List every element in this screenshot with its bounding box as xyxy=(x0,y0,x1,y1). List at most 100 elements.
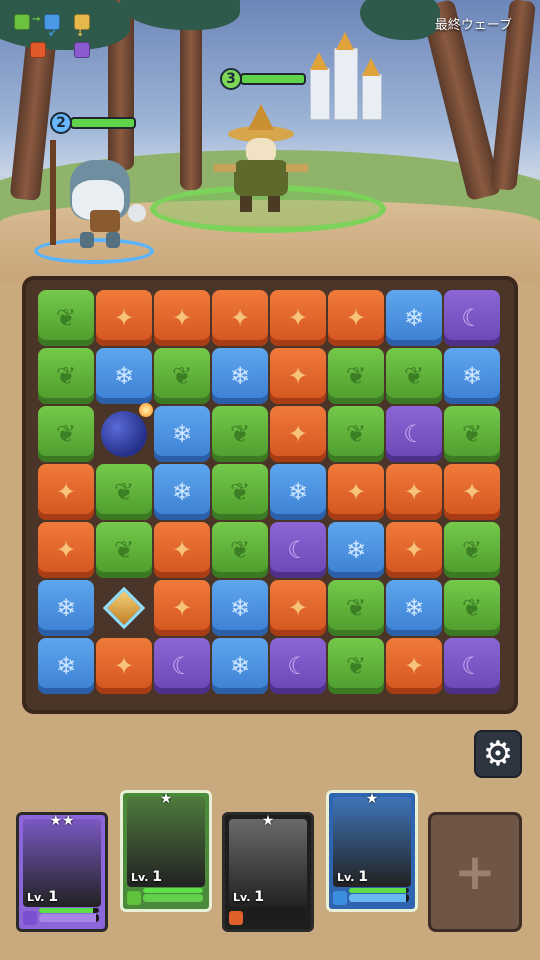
hero-stars: ★ xyxy=(365,791,379,807)
hero-element-icon xyxy=(229,911,243,925)
hero-hp-bar xyxy=(245,914,305,922)
tile-blue[interactable]: ❄ xyxy=(386,290,442,346)
tile-blue[interactable]: ❄ xyxy=(38,580,94,636)
hero-stars: ★ xyxy=(159,791,173,807)
hero-element-icon xyxy=(333,891,347,905)
hero-level-value: 1 xyxy=(152,869,163,885)
tile-green[interactable]: ❦ xyxy=(96,522,152,578)
hero-card[interactable]: ★ Lv. 1 xyxy=(326,790,418,912)
orange-rune-icon: ✦ xyxy=(403,536,425,564)
tile-green[interactable]: ❦ xyxy=(328,580,384,636)
add-hero-button[interactable]: + xyxy=(428,812,522,932)
orange-rune-icon: ✦ xyxy=(287,362,309,390)
hero-level: Lv. 1 xyxy=(27,889,58,905)
green-rune-icon: ❦ xyxy=(229,478,251,506)
tile-orange[interactable]: ✦ xyxy=(270,348,326,404)
orange-rune-icon: ✦ xyxy=(55,536,77,564)
tile-orange[interactable]: ✦ xyxy=(270,580,326,636)
tile-green[interactable]: ❦ xyxy=(444,522,500,578)
hero-card[interactable]: ★★ Lv. 1 xyxy=(16,812,108,932)
green-rune-icon: ❦ xyxy=(461,420,483,448)
hero-level: Lv. 1 xyxy=(337,869,368,885)
blue-rune-icon: ❄ xyxy=(171,420,193,448)
tile-orange[interactable]: ✦ xyxy=(386,522,442,578)
settings-button[interactable]: ⚙ xyxy=(474,730,522,778)
tile-blue[interactable]: ❄ xyxy=(270,464,326,520)
tile-orange[interactable]: ✦ xyxy=(154,522,210,578)
enemy-hp-fill xyxy=(242,75,304,83)
tile-orange[interactable]: ✦ xyxy=(328,290,384,346)
tile-blue[interactable]: ❄ xyxy=(386,580,442,636)
tile-blue[interactable]: ❄ xyxy=(38,638,94,694)
hero-card[interactable]: ★ Lv. 1 xyxy=(222,812,314,932)
tile-orange[interactable]: ✦ xyxy=(96,638,152,694)
tile-blue[interactable]: ❄ xyxy=(212,348,268,404)
tile-purple[interactable]: ☾ xyxy=(270,638,326,694)
green-rune-icon: ❦ xyxy=(345,362,367,390)
tile-blue[interactable]: ❄ xyxy=(212,580,268,636)
tile-orange[interactable]: ✦ xyxy=(38,522,94,578)
tile-green[interactable]: ❦ xyxy=(444,580,500,636)
castle xyxy=(300,32,390,120)
tile-blue[interactable]: ❄ xyxy=(154,464,210,520)
tile-blue[interactable]: ❄ xyxy=(212,638,268,694)
tile-orange[interactable]: ✦ xyxy=(270,290,326,346)
tile-green[interactable]: ❦ xyxy=(328,406,384,462)
tile-orange[interactable]: ✦ xyxy=(270,406,326,462)
puzzle-board[interactable]: ❦ ✦ ✦ ✦ ✦ ✦ ❄ ☾ ❦ ❄ ❦ ❄ ✦ ❦ ❦ ❄ ❦ ❄ ❦ ✦ ❦ ☾ ❦ ✦ ❦ ❄ ❦ ❄ ✦ ✦ ✦ ✦ ❦ ✦ ❦ ☾ ❄ ✦ ❦ ❄… xyxy=(38,290,502,700)
tile-gem[interactable] xyxy=(96,580,152,636)
hero-skill-bar xyxy=(143,888,203,893)
enemy-hp-fill xyxy=(72,119,134,127)
tile-purple[interactable]: ☾ xyxy=(444,290,500,346)
hero-level: Lv. 1 xyxy=(233,889,264,905)
tile-orange[interactable]: ✦ xyxy=(154,580,210,636)
tile-green[interactable]: ❦ xyxy=(328,348,384,404)
hero-skill-bar xyxy=(245,908,305,913)
hero-skill-fill xyxy=(349,888,406,893)
tile-green[interactable]: ❦ xyxy=(212,522,268,578)
blue-rune-icon: ❄ xyxy=(171,478,193,506)
blue-rune-icon: ❄ xyxy=(403,304,425,332)
tile-purple[interactable]: ☾ xyxy=(270,522,326,578)
tile-green[interactable]: ❦ xyxy=(328,638,384,694)
tile-orange[interactable]: ✦ xyxy=(96,290,152,346)
tile-green[interactable]: ❦ xyxy=(38,348,94,404)
tile-orange[interactable]: ✦ xyxy=(154,290,210,346)
tile-purple[interactable]: ☾ xyxy=(386,406,442,462)
element-chart[interactable]: → ↓ ↙ xyxy=(12,12,96,68)
tile-purple[interactable]: ☾ xyxy=(154,638,210,694)
foliage xyxy=(360,0,440,40)
tile-green[interactable]: ❦ xyxy=(212,464,268,520)
tile-orange[interactable]: ✦ xyxy=(212,290,268,346)
hero-hp-bar xyxy=(39,914,99,922)
tile-orange[interactable]: ✦ xyxy=(386,464,442,520)
hero-card[interactable]: ★ Lv. 1 xyxy=(120,790,212,912)
tile-green[interactable]: ❦ xyxy=(444,406,500,462)
scarecrow-enemy[interactable] xyxy=(210,100,310,215)
tile-blue[interactable]: ❄ xyxy=(444,348,500,404)
tile-orange[interactable]: ✦ xyxy=(386,638,442,694)
tile-blue[interactable]: ❄ xyxy=(154,406,210,462)
gem-icon xyxy=(102,586,146,630)
tile-green[interactable]: ❦ xyxy=(212,406,268,462)
tile-green[interactable]: ❦ xyxy=(96,464,152,520)
tile-green[interactable]: ❦ xyxy=(386,348,442,404)
tile-orange[interactable]: ✦ xyxy=(444,464,500,520)
tile-green[interactable]: ❦ xyxy=(154,348,210,404)
hero-level-prefix: Lv. xyxy=(131,871,153,884)
tile-bomb[interactable] xyxy=(96,403,153,462)
blue-rune-icon: ❄ xyxy=(229,362,251,390)
green-rune-icon: ❦ xyxy=(461,594,483,622)
tile-green[interactable]: ❦ xyxy=(38,406,94,462)
tile-blue[interactable]: ❄ xyxy=(328,522,384,578)
hero-level-prefix: Lv. xyxy=(27,891,49,904)
orange-rune-icon: ✦ xyxy=(171,304,193,332)
tile-blue[interactable]: ❄ xyxy=(96,348,152,404)
tile-orange[interactable]: ✦ xyxy=(38,464,94,520)
tile-green[interactable]: ❦ xyxy=(38,290,94,346)
hero-level-prefix: Lv. xyxy=(233,891,255,904)
ice-troll-enemy[interactable] xyxy=(50,140,150,250)
green-rune-icon: ❦ xyxy=(55,304,77,332)
tile-purple[interactable]: ☾ xyxy=(444,638,500,694)
tile-orange[interactable]: ✦ xyxy=(328,464,384,520)
